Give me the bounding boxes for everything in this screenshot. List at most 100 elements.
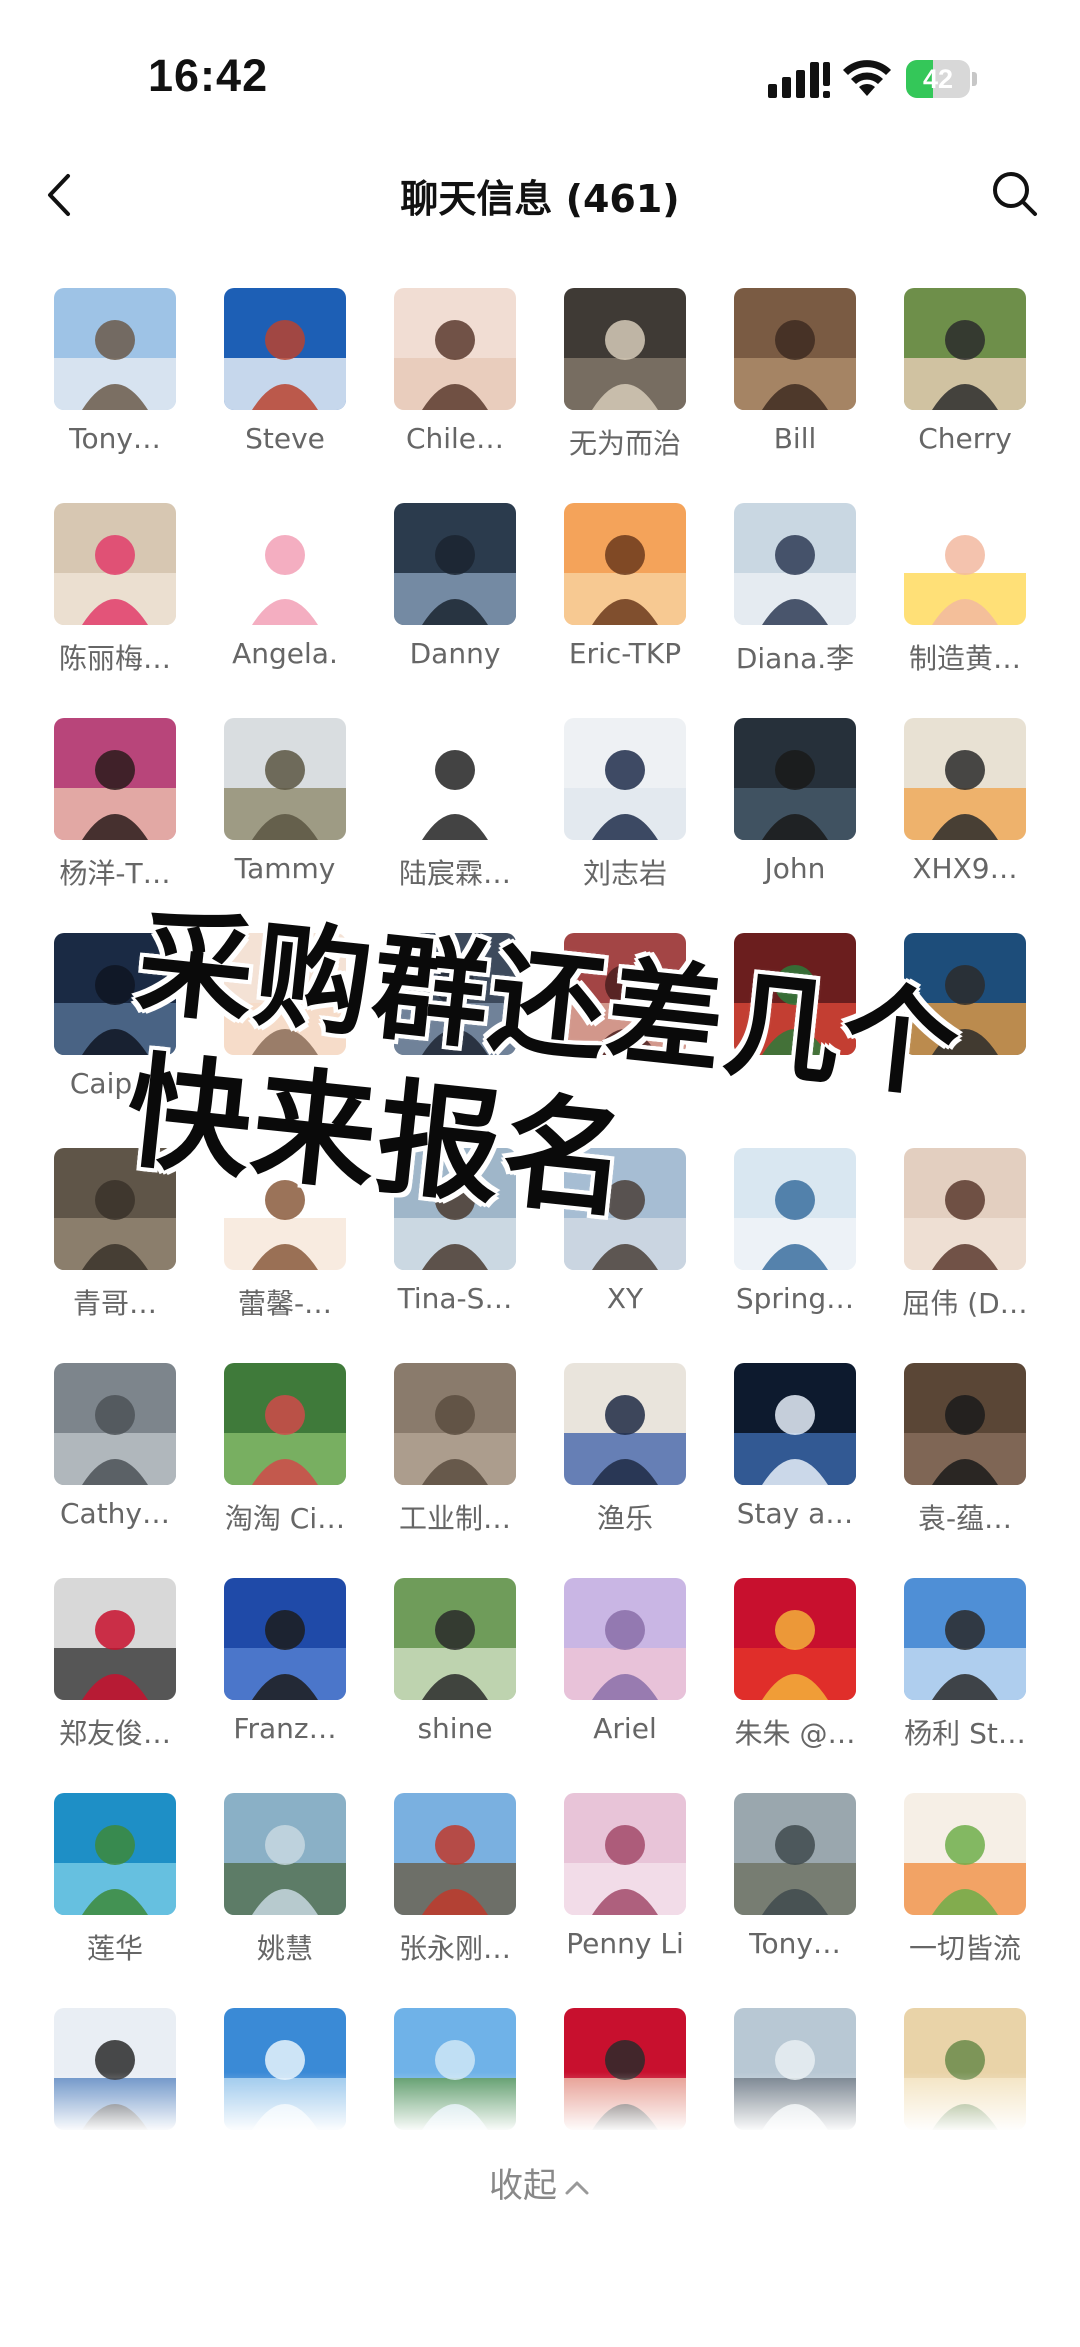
collapse-label: 收起 (489, 2166, 557, 2206)
avatar[interactable] (904, 1793, 1026, 1915)
member-name: Spring… (735, 1282, 855, 1315)
chevron-up-icon (565, 2181, 589, 2194)
avatar[interactable] (394, 1148, 516, 1270)
avatar[interactable] (224, 1578, 346, 1700)
avatar[interactable] (54, 1148, 176, 1270)
member-name: 莲华 (86, 1932, 143, 1965)
avatar[interactable] (394, 933, 516, 1055)
member-name: Eric-TKP (568, 637, 682, 670)
avatar[interactable] (734, 1578, 856, 1700)
member-name: Tony… (69, 422, 161, 455)
member-name: 陈丽梅… (58, 642, 171, 675)
avatar[interactable] (224, 288, 346, 410)
avatar[interactable] (54, 933, 176, 1055)
avatar[interactable] (904, 718, 1026, 840)
avatar[interactable] (564, 1363, 686, 1485)
member-name: Cherry (918, 422, 1012, 455)
member-name: 青哥… (72, 1287, 157, 1320)
avatar[interactable] (564, 503, 686, 625)
avatar[interactable] (734, 933, 856, 1055)
avatar[interactable] (734, 1793, 856, 1915)
battery-indicator: 42 (906, 60, 978, 98)
avatar[interactable] (394, 503, 516, 625)
member-name: Danny (409, 637, 501, 670)
member-name: John (764, 852, 826, 885)
avatar[interactable] (734, 1148, 856, 1270)
avatar[interactable] (394, 1793, 516, 1915)
member-name: 一切皆流 (908, 1932, 1021, 1965)
avatar[interactable] (564, 1578, 686, 1700)
member-name: 杨利 St… (904, 1717, 1026, 1750)
member-name: Penny Li (566, 1927, 684, 1960)
avatar[interactable] (224, 933, 346, 1055)
member-name: 杨洋-T… (59, 857, 171, 890)
member-name: 蕾馨-… (237, 1287, 333, 1320)
avatar[interactable] (54, 288, 176, 410)
member-name: Tony… (749, 1927, 841, 1960)
avatar[interactable] (734, 718, 856, 840)
nav-bar: 聊天信息 (461) (0, 150, 1080, 240)
member-name: Stay a… (736, 1497, 854, 1530)
avatar[interactable] (734, 288, 856, 410)
grid-fade (0, 2072, 1080, 2132)
member-name: 刘志岩 (582, 857, 667, 890)
avatar[interactable] (224, 1148, 346, 1270)
member-name: 姚慧 (256, 1932, 313, 1965)
avatar[interactable] (734, 503, 856, 625)
collapse-button[interactable]: 收起 (0, 2158, 1080, 2207)
avatar[interactable] (54, 718, 176, 840)
member-name: 张永刚… (398, 1932, 511, 1965)
avatar[interactable] (564, 288, 686, 410)
avatar[interactable] (904, 933, 1026, 1055)
avatar[interactable] (904, 1578, 1026, 1700)
member-name: Ariel (593, 1712, 657, 1745)
member-name: 屈伟 (D… (902, 1287, 1028, 1320)
avatar[interactable] (54, 1793, 176, 1915)
avatar[interactable] (904, 503, 1026, 625)
wifi-icon (843, 60, 891, 96)
member-name: Diana.李 (735, 642, 855, 675)
member-name: Tina-S… (397, 1282, 513, 1315)
member-name: 制造黄… (908, 642, 1021, 675)
member-name: Caip… (69, 1067, 161, 1100)
member-name: 无为而治 (568, 427, 681, 460)
avatar[interactable] (564, 718, 686, 840)
page-title: 聊天信息 (461) (400, 177, 680, 221)
member-name: Steve (245, 422, 325, 455)
avatar[interactable] (54, 503, 176, 625)
member-name: Bill (773, 422, 817, 455)
avatar[interactable] (54, 1363, 176, 1485)
avatar[interactable] (734, 1363, 856, 1485)
member-name: 淘淘 Ci… (224, 1502, 346, 1535)
avatar[interactable] (564, 1793, 686, 1915)
avatar[interactable] (564, 933, 686, 1055)
avatar[interactable] (564, 1148, 686, 1270)
search-button[interactable] (985, 164, 1045, 224)
member-name: XY (606, 1282, 644, 1315)
avatar[interactable] (224, 1363, 346, 1485)
member-name: 郑友俊… (58, 1717, 171, 1750)
member-name: 工业制… (398, 1502, 511, 1535)
battery-level: 42 (922, 64, 954, 94)
avatar[interactable] (904, 288, 1026, 410)
avatar[interactable] (224, 718, 346, 840)
member-name: 袁-蕴… (917, 1502, 1013, 1535)
avatar[interactable] (394, 718, 516, 840)
member-name: 朱朱 @… (734, 1717, 856, 1750)
avatar[interactable] (904, 1363, 1026, 1485)
member-name: 渔乐 (596, 1502, 653, 1535)
avatar[interactable] (224, 1793, 346, 1915)
avatar[interactable] (394, 1578, 516, 1700)
member-name: Cathy… (59, 1497, 170, 1530)
member-name: Angela. (232, 637, 338, 670)
avatar[interactable] (904, 1148, 1026, 1270)
avatar[interactable] (224, 503, 346, 625)
member-name: Chile… (405, 422, 505, 455)
avatar[interactable] (54, 1578, 176, 1700)
cellular-signal-icon (768, 62, 830, 98)
member-name: 陆宸霖… (398, 857, 511, 890)
member-name: XHX9… (912, 852, 1018, 885)
promo-text-line-2: 快来报名 (119, 1039, 637, 1236)
avatar[interactable] (394, 288, 516, 410)
avatar[interactable] (394, 1363, 516, 1485)
